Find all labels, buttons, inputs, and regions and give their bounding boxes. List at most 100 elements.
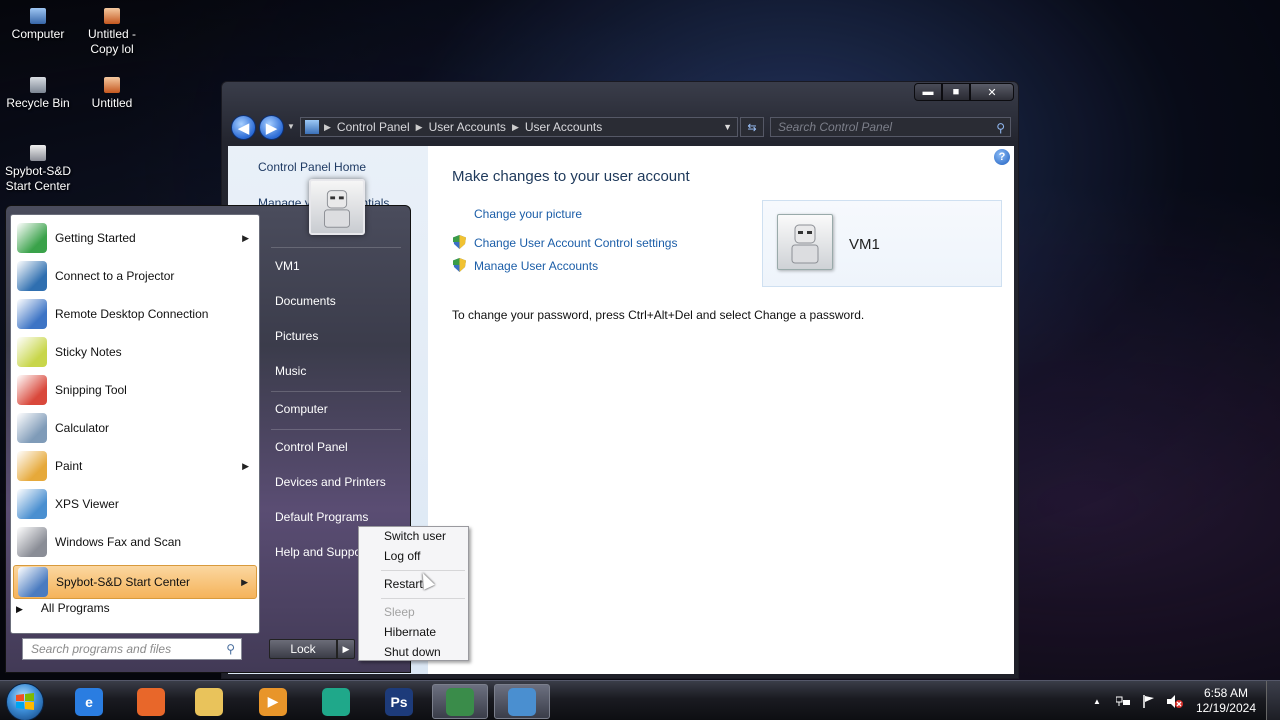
action-center-flag-icon[interactable] bbox=[1141, 693, 1157, 709]
program-item[interactable]: Snipping Tool bbox=[13, 373, 257, 407]
scissors-icon bbox=[17, 375, 47, 405]
menu-separator bbox=[271, 429, 401, 430]
user-account-card: VM1 bbox=[762, 200, 1002, 287]
music-link[interactable]: Music bbox=[275, 364, 306, 378]
shut-down-item[interactable]: Shut down bbox=[384, 645, 441, 659]
program-item[interactable]: Windows Fax and Scan bbox=[13, 525, 257, 559]
task-manager-taskbar-button[interactable] bbox=[432, 684, 488, 719]
flag-svg bbox=[1143, 694, 1154, 708]
uac-shield-icon bbox=[453, 235, 466, 249]
firefox-icon bbox=[137, 687, 165, 716]
control-panel-taskbar-button[interactable] bbox=[494, 684, 550, 719]
photoshop-taskbar-button[interactable]: Ps bbox=[371, 684, 427, 719]
breadcrumb-user-accounts[interactable]: User Accounts bbox=[423, 120, 512, 134]
start-search-input[interactable]: Search programs and files ⚲ bbox=[22, 638, 242, 660]
documents-link[interactable]: Documents bbox=[275, 294, 336, 308]
projector-icon bbox=[17, 261, 47, 291]
all-programs-label: All Programs bbox=[40, 601, 110, 615]
network-icon[interactable] bbox=[1115, 693, 1131, 709]
user-folder-link[interactable]: VM1 bbox=[275, 259, 300, 273]
recent-pages-icon[interactable]: ▼ bbox=[287, 122, 295, 131]
control-panel-home-link[interactable]: Control Panel Home bbox=[258, 160, 366, 174]
help-icon[interactable]: ? bbox=[994, 149, 1010, 165]
refresh-icon: ⇆ bbox=[747, 121, 757, 134]
start-search-placeholder: Search programs and files bbox=[31, 642, 172, 656]
xps-viewer-icon bbox=[17, 489, 47, 519]
desktop-icon-untitled-copy[interactable]: Untitled - Copy lol bbox=[74, 8, 150, 57]
volume-svg bbox=[1166, 694, 1183, 708]
program-item[interactable]: XPS Viewer bbox=[13, 487, 257, 521]
hibernate-item[interactable]: Hibernate bbox=[384, 625, 436, 639]
maximize-button[interactable]: ■ bbox=[942, 83, 970, 101]
forward-button[interactable]: ▶ bbox=[259, 115, 284, 140]
calculator-icon bbox=[17, 413, 47, 443]
program-item[interactable]: Spybot-S&D Start Center ▶ bbox=[13, 565, 257, 599]
control-panel-link[interactable]: Control Panel bbox=[275, 440, 348, 454]
all-programs-link[interactable]: ▶ All Programs bbox=[16, 601, 110, 615]
devices-printers-link[interactable]: Devices and Printers bbox=[275, 475, 386, 489]
search-icon[interactable]: ⚲ bbox=[226, 639, 235, 659]
clock[interactable]: 6:58 AM 12/19/2024 bbox=[1196, 686, 1256, 716]
user-avatar[interactable] bbox=[309, 179, 365, 235]
program-label: Snipping Tool bbox=[55, 383, 127, 397]
search-icon[interactable]: ⚲ bbox=[996, 119, 1005, 137]
lock-button[interactable]: Lock bbox=[269, 639, 337, 659]
program-item[interactable]: Connect to a Projector bbox=[13, 259, 257, 293]
desktop-icon-spybot[interactable]: Spybot-S&D Start Center bbox=[0, 145, 76, 194]
windows-logo-icon bbox=[16, 693, 34, 710]
page-title: Make changes to your user account bbox=[452, 168, 690, 185]
breadcrumb-user-accounts-current[interactable]: User Accounts bbox=[519, 120, 608, 134]
submenu-arrow-icon: ▶ bbox=[241, 576, 248, 587]
program-label: Connect to a Projector bbox=[55, 269, 175, 283]
breadcrumb-separator-icon: ▶ bbox=[324, 121, 331, 132]
desktop-icon-untitled[interactable]: Untitled bbox=[74, 77, 150, 111]
restart-item[interactable]: Restart bbox=[384, 577, 423, 591]
power-options-arrow-button[interactable]: ▶ bbox=[337, 639, 355, 659]
tray-overflow-icon[interactable]: ▲ bbox=[1089, 693, 1105, 709]
refresh-button[interactable]: ⇆ bbox=[740, 117, 764, 137]
minimize-button[interactable]: ▬ bbox=[914, 83, 942, 101]
breadcrumb-control-panel[interactable]: Control Panel bbox=[331, 120, 416, 134]
fax-icon bbox=[17, 527, 47, 557]
desktop-icon-label: Recycle Bin bbox=[6, 96, 70, 110]
change-picture-link[interactable]: Change your picture bbox=[474, 207, 582, 221]
breadcrumb-separator-icon: ▶ bbox=[511, 121, 519, 132]
media-player-taskbar-button[interactable]: ▶ bbox=[245, 684, 301, 719]
program-label: Sticky Notes bbox=[55, 345, 122, 359]
user-picture[interactable] bbox=[777, 214, 833, 270]
breadcrumb-separator-icon: ▶ bbox=[415, 121, 423, 132]
manage-user-accounts-link[interactable]: Manage User Accounts bbox=[474, 259, 598, 273]
change-uac-settings-link[interactable]: Change User Account Control settings bbox=[474, 236, 677, 250]
help-support-link[interactable]: Help and Support bbox=[275, 545, 368, 559]
network-svg bbox=[1115, 696, 1130, 706]
program-item[interactable]: Sticky Notes bbox=[13, 335, 257, 369]
default-programs-link[interactable]: Default Programs bbox=[275, 510, 368, 524]
volume-muted-icon[interactable] bbox=[1166, 693, 1183, 709]
document-icon bbox=[104, 8, 120, 24]
show-desktop-button[interactable] bbox=[1266, 681, 1280, 720]
desktop-icon-computer[interactable]: Computer bbox=[0, 8, 76, 42]
edge-taskbar-button[interactable] bbox=[308, 684, 364, 719]
close-button[interactable]: ✕ bbox=[970, 83, 1014, 101]
back-button[interactable]: ◀ bbox=[231, 115, 256, 140]
program-item[interactable]: Calculator bbox=[13, 411, 257, 445]
media-player-icon: ▶ bbox=[259, 687, 287, 716]
address-bar[interactable]: ▶ Control Panel ▶ User Accounts ▶ User A… bbox=[300, 117, 738, 137]
program-item[interactable]: Paint ▶ bbox=[13, 449, 257, 483]
start-button[interactable] bbox=[6, 683, 44, 720]
program-item[interactable]: Getting Started ▶ bbox=[13, 221, 257, 255]
program-item[interactable]: Remote Desktop Connection bbox=[13, 297, 257, 331]
desktop-icon-recycle-bin[interactable]: Recycle Bin bbox=[0, 77, 76, 111]
file-explorer-taskbar-button[interactable] bbox=[181, 684, 237, 719]
log-off-item[interactable]: Log off bbox=[384, 549, 420, 563]
control-panel-search-input[interactable]: Search Control Panel ⚲ bbox=[770, 117, 1011, 137]
system-tray: ▲ 6:58 AM 12/19/2024 bbox=[1084, 681, 1280, 720]
uac-shield-icon bbox=[453, 258, 466, 272]
address-dropdown-icon[interactable]: ▼ bbox=[723, 122, 732, 132]
pictures-link[interactable]: Pictures bbox=[275, 329, 318, 343]
taskbar: e ▶ Ps ▲ 6:58 AM 12/19/2024 bbox=[0, 680, 1280, 720]
computer-link[interactable]: Computer bbox=[275, 402, 328, 416]
switch-user-item[interactable]: Switch user bbox=[384, 529, 446, 543]
firefox-taskbar-button[interactable] bbox=[123, 684, 179, 719]
internet-explorer-taskbar-button[interactable]: e bbox=[61, 684, 117, 719]
